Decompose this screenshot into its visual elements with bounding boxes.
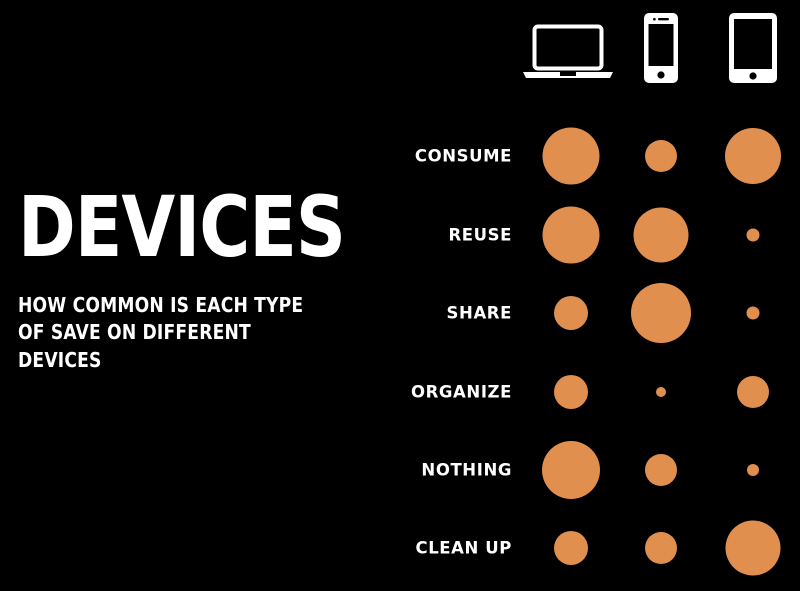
bubble-nothing-phone xyxy=(645,454,677,486)
bubble-reuse-phone xyxy=(633,207,689,263)
page-title: DEVICES xyxy=(18,178,346,276)
bubble-reuse-tablet xyxy=(746,228,760,242)
bubble-share-laptop xyxy=(554,296,588,330)
bubble-clean-up-tablet xyxy=(725,520,781,576)
bubble-consume-phone xyxy=(645,140,677,172)
bubble-reuse-laptop xyxy=(542,206,600,264)
tablet-icon xyxy=(726,12,780,89)
row-label-reuse: REUSE xyxy=(448,225,512,245)
bubble-clean-up-phone xyxy=(645,532,677,564)
page-subtitle: HOW COMMON IS EACH TYPE OF SAVE ON DIFFE… xyxy=(18,292,304,373)
bubble-consume-tablet xyxy=(725,128,781,184)
bubble-nothing-tablet xyxy=(747,464,759,476)
laptop-icon xyxy=(522,24,614,85)
bubble-organize-phone xyxy=(656,387,666,397)
row-label-nothing: NOTHING xyxy=(421,460,512,480)
bubble-organize-tablet xyxy=(737,376,769,408)
bubble-share-tablet xyxy=(746,306,760,320)
title-block: DEVICES HOW COMMON IS EACH TYPE OF SAVE … xyxy=(18,178,358,375)
row-label-consume: CONSUME xyxy=(414,146,512,166)
row-label-organize: ORGANIZE xyxy=(410,382,512,402)
bubble-consume-laptop xyxy=(542,127,600,185)
bubble-nothing-laptop xyxy=(542,441,600,499)
row-label-share: SHARE xyxy=(446,303,512,323)
bubble-organize-laptop xyxy=(554,375,588,409)
bubble-clean-up-laptop xyxy=(554,531,588,565)
smartphone-icon xyxy=(639,12,683,89)
infographic-poster: DEVICES HOW COMMON IS EACH TYPE OF SAVE … xyxy=(0,0,800,591)
bubble-share-phone xyxy=(631,283,691,343)
row-label-clean-up: CLEAN UP xyxy=(415,538,512,558)
